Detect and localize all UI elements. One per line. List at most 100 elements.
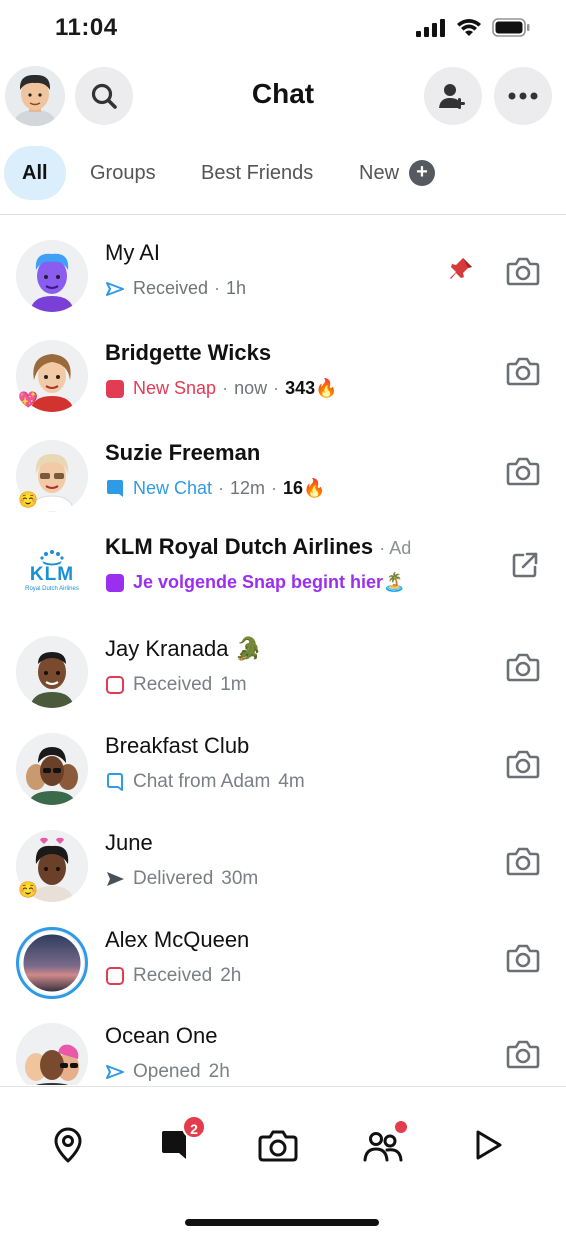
wifi-icon — [457, 19, 481, 36]
camera-icon[interactable] — [506, 749, 540, 784]
camera-icon — [258, 1130, 298, 1162]
opened-arrow-icon — [105, 1064, 125, 1080]
tab-groups[interactable]: Groups — [90, 146, 156, 200]
klm-logo-subtext: Royal Dutch Airlines — [25, 586, 79, 592]
chat-row-suzie[interactable]: ☺️ Suzie Freeman New Chat · 12m · 16 🔥 — [0, 434, 566, 530]
chat-status: Received · 1h — [105, 278, 246, 299]
camera-icon[interactable] — [506, 1039, 540, 1074]
chat-status-text: Received — [133, 278, 209, 298]
new-snap-icon — [105, 379, 125, 399]
external-link-icon[interactable] — [510, 550, 540, 585]
received-chat-icon — [105, 772, 125, 792]
avatar — [16, 636, 88, 708]
group-avatar — [16, 1023, 88, 1085]
ai-avatar-image — [16, 240, 88, 312]
chat-status-text: Received — [133, 674, 213, 695]
story-avatar — [16, 927, 88, 999]
chat-name: June — [105, 830, 153, 855]
chat-status: Delivered 30m — [105, 868, 258, 890]
more-options-button[interactable] — [494, 67, 552, 125]
name-emoji: 🐊 — [234, 636, 263, 661]
chat-time: 30m — [221, 868, 259, 889]
nav-friends[interactable] — [363, 1119, 409, 1165]
camera-icon[interactable] — [506, 652, 540, 687]
nav-spotlight[interactable] — [468, 1125, 508, 1165]
delivered-arrow-icon — [105, 871, 125, 887]
new-chat-icon — [105, 479, 125, 499]
chat-status: Opened 2h — [105, 1061, 230, 1083]
map-pin-icon — [54, 1127, 82, 1163]
chat-status-text: Opened — [133, 1061, 201, 1082]
sponsored-icon — [105, 573, 125, 593]
camera-icon[interactable] — [506, 256, 540, 291]
tab-new[interactable]: New + — [359, 146, 436, 200]
received-snap-icon — [105, 675, 125, 695]
status-bar: 11:04 — [0, 0, 566, 56]
chat-name-text: Jay Kranada — [105, 636, 229, 661]
chat-row-jay[interactable]: Jay Kranada 🐊 Received 1m — [0, 630, 566, 726]
chat-time: 12m — [230, 478, 266, 498]
chat-status-text: New Snap — [133, 378, 217, 398]
pin-icon — [448, 256, 474, 287]
chat-row-klm-ad[interactable]: KLM Royal Dutch Airlines KLM Royal Dutch… — [0, 528, 566, 624]
camera-icon[interactable] — [506, 943, 540, 978]
chat-status-text: Je volgende Snap begint hier — [133, 572, 384, 592]
streak-emoji: 🔥 — [303, 478, 326, 498]
chat-name: Bridgette Wicks — [105, 340, 272, 365]
nav-map[interactable] — [48, 1125, 88, 1165]
chat-name: Ocean One — [105, 1023, 218, 1048]
bottom-nav: 2 — [0, 1086, 566, 1236]
more-icon — [508, 92, 538, 100]
chat-status: Je volgende Snap begint hier 🏝️ — [105, 572, 405, 593]
divider — [0, 214, 566, 215]
camera-icon[interactable] — [506, 356, 540, 391]
friends-notification-dot — [393, 1119, 409, 1135]
chat-row-breakfast-club[interactable]: Breakfast Club Chat from Adam 4m — [0, 727, 566, 823]
chat-name: KLM Royal Dutch Airlines · Ad — [105, 534, 412, 559]
chat-status-text: Delivered — [133, 868, 214, 889]
friend-emoji: ☺️ — [18, 492, 38, 509]
nav-chat[interactable]: 2 — [154, 1115, 206, 1165]
received-snap-icon — [105, 966, 125, 986]
home-indicator — [185, 1219, 379, 1226]
streak-count: 16 — [283, 478, 304, 498]
chat-status-text: Received — [133, 965, 213, 986]
status-time: 11:04 — [55, 14, 118, 41]
klm-logo-text: KLM — [29, 564, 75, 585]
streak-emoji: 🔥 — [315, 378, 338, 398]
streak-count: 343 — [285, 378, 316, 398]
klm-logo: KLM Royal Dutch Airlines — [16, 534, 88, 606]
avatar — [16, 240, 88, 312]
chat-time: 2h — [220, 965, 242, 986]
play-icon — [476, 1130, 502, 1160]
tab-best-friends[interactable]: Best Friends — [201, 146, 313, 200]
chat-row-my-ai[interactable]: My AI Received · 1h — [0, 234, 566, 330]
camera-icon[interactable] — [506, 846, 540, 881]
tab-all[interactable]: All — [4, 146, 66, 200]
friend-emoji: ☺️ — [18, 882, 38, 899]
camera-icon[interactable] — [506, 456, 540, 491]
plus-icon: + — [409, 160, 436, 186]
chat-row-bridgette[interactable]: 💖 Bridgette Wicks New Snap · now · 343 🔥 — [0, 334, 566, 430]
chat-name: My AI — [105, 240, 161, 265]
chat-status: New Chat · 12m · 16 🔥 — [105, 478, 326, 499]
add-friend-button[interactable] — [424, 67, 482, 125]
ad-label: Ad — [389, 538, 412, 558]
chat-status-text: Chat from Adam — [133, 771, 271, 792]
chat-status: Received 1m — [105, 674, 247, 696]
nav-camera[interactable] — [258, 1125, 298, 1165]
add-friend-icon — [439, 84, 465, 109]
signal-icon — [416, 18, 445, 37]
tab-new-label: New — [359, 162, 400, 184]
chat-status: Received 2h — [105, 965, 241, 987]
chat-row-ocean-one[interactable]: Ocean One Opened 2h — [0, 1017, 566, 1085]
received-arrow-icon — [105, 281, 125, 297]
chat-status: Chat from Adam 4m — [105, 771, 305, 793]
chat-status-text: New Chat — [133, 478, 213, 498]
chat-row-june[interactable]: ☺️ June Delivered 30m — [0, 824, 566, 920]
status-icons — [416, 18, 530, 37]
chat-row-alex[interactable]: Alex McQueen Received 2h — [0, 921, 566, 1017]
chat-name: Suzie Freeman — [105, 440, 261, 465]
group-avatar — [16, 733, 88, 805]
status-emoji: 🏝️ — [383, 572, 406, 592]
